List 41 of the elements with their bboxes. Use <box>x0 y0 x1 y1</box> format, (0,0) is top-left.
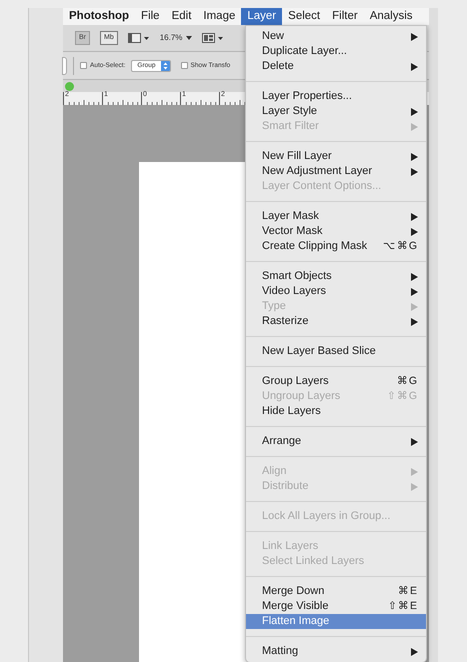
menu-item[interactable]: Matting <box>246 644 426 659</box>
menu-item[interactable]: Layer Properties... <box>246 89 426 104</box>
menu-item[interactable]: Smart Objects <box>246 269 426 284</box>
menu-item[interactable]: Flatten Image <box>246 614 426 629</box>
menu-item[interactable]: New Layer Based Slice <box>246 344 426 359</box>
menu-item[interactable]: Group Layers ⌘G <box>246 374 426 389</box>
menu-item[interactable]: Rasterize <box>246 314 426 329</box>
shortcut-label: ⇧⌘E <box>388 598 418 614</box>
shortcut-label: ⌘G <box>396 374 418 389</box>
menu-item[interactable]: Arrange <box>246 434 426 449</box>
menu-item[interactable]: Delete <box>246 59 426 74</box>
stepper-icon <box>160 60 170 70</box>
screen-mode-dropdown[interactable] <box>128 33 150 43</box>
menu-bar-item[interactable]: Layer <box>241 8 282 25</box>
zoom-level[interactable]: 16.7% <box>160 32 182 44</box>
menu-item[interactable]: Merge Down ⌘E <box>246 584 426 599</box>
menu-bar-item[interactable]: Filter <box>326 8 364 25</box>
menu-item[interactable]: Layer Mask <box>246 209 426 224</box>
arrange-dropdown[interactable] <box>202 33 224 43</box>
caret-icon[interactable] <box>186 36 192 40</box>
menu-item[interactable]: Vector Mask <box>246 224 426 239</box>
shortcut-label: ⇧⌘G <box>386 388 418 404</box>
menu-item[interactable]: New Fill Layer <box>246 149 426 164</box>
menu-item[interactable]: Video Layers <box>246 284 426 299</box>
menu-item[interactable]: New Adjustment Layer <box>246 164 426 179</box>
menu-bar-item[interactable]: Edit <box>166 8 198 25</box>
menu-item[interactable]: Hide Layers <box>246 404 426 419</box>
menu-item[interactable]: Create Clipping Mask ⌥⌘G <box>246 239 426 254</box>
menu-item[interactable]: New <box>246 29 426 44</box>
menu-item[interactable]: Duplicate Layer... <box>246 44 426 59</box>
menu-bar-item[interactable]: Image <box>197 8 242 25</box>
menu-bar-item[interactable]: File <box>135 8 166 25</box>
menu-bar-item[interactable]: Select <box>282 8 326 25</box>
shortcut-label: ⌘E <box>398 584 418 599</box>
show-transform-checkbox[interactable] <box>180 62 188 69</box>
menu-item[interactable]: Layer Style <box>246 104 426 119</box>
shortcut-label: ⌥⌘G <box>382 238 418 254</box>
auto-select-checkbox[interactable] <box>80 62 87 69</box>
menu-bar-item[interactable]: Photoshop <box>63 8 136 25</box>
menu-bar-item[interactable]: Analysis <box>364 8 419 25</box>
menu-item[interactable]: Merge Visible ⇧⌘E <box>246 599 426 614</box>
